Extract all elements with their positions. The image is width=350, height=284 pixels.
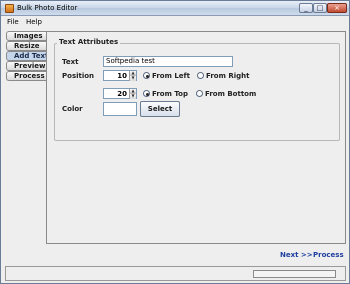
window-title: Bulk Photo Editor	[17, 4, 78, 12]
progress-bar	[253, 270, 336, 278]
menu-file[interactable]: File	[7, 18, 19, 26]
tab-images[interactable]: Images	[6, 31, 46, 41]
group-title: Text Attributes	[57, 38, 121, 46]
close-button[interactable]: ×	[327, 3, 347, 13]
app-window: Bulk Photo Editor _ □ × File Help Images…	[0, 0, 350, 284]
y-offset-spinner[interactable]: 20 ▲ ▼	[103, 88, 137, 99]
process-link[interactable]: Process	[313, 251, 344, 259]
title-bar[interactable]: Bulk Photo Editor _ □ ×	[1, 1, 349, 16]
next-link[interactable]: Next >>	[280, 251, 313, 259]
minimize-button[interactable]: _	[299, 3, 313, 13]
maximize-button[interactable]: □	[313, 3, 327, 13]
text-input[interactable]: Softpedia test	[103, 56, 233, 67]
menu-bar: File Help	[1, 16, 349, 28]
position-label: Position	[62, 72, 95, 80]
tab-process[interactable]: Process	[6, 71, 46, 81]
text-label: Text	[62, 58, 79, 66]
x-offset-value[interactable]: 10	[117, 72, 127, 80]
select-color-button[interactable]: Select	[140, 101, 180, 117]
menu-help[interactable]: Help	[26, 18, 42, 26]
tab-preview[interactable]: Preview	[6, 61, 46, 71]
from-top-radio[interactable]	[143, 90, 150, 97]
x-offset-spinner[interactable]: 10 ▲ ▼	[103, 70, 137, 81]
app-icon	[5, 4, 14, 13]
color-label: Color	[62, 105, 83, 113]
y-spin-down-button[interactable]: ▼	[129, 94, 136, 99]
tab-add-text[interactable]: Add Text	[6, 51, 48, 61]
color-swatch	[103, 102, 137, 116]
from-right-label[interactable]: From Right	[206, 72, 249, 80]
x-spin-down-button[interactable]: ▼	[129, 76, 136, 81]
from-left-label[interactable]: From Left	[152, 72, 190, 80]
from-bottom-label[interactable]: From Bottom	[205, 90, 256, 98]
from-right-radio[interactable]	[197, 72, 204, 79]
from-bottom-radio[interactable]	[196, 90, 203, 97]
from-top-label[interactable]: From Top	[152, 90, 188, 98]
from-left-radio[interactable]	[143, 72, 150, 79]
tab-resize[interactable]: Resize	[6, 41, 46, 51]
y-offset-value[interactable]: 20	[117, 90, 127, 98]
status-bar	[5, 266, 346, 281]
